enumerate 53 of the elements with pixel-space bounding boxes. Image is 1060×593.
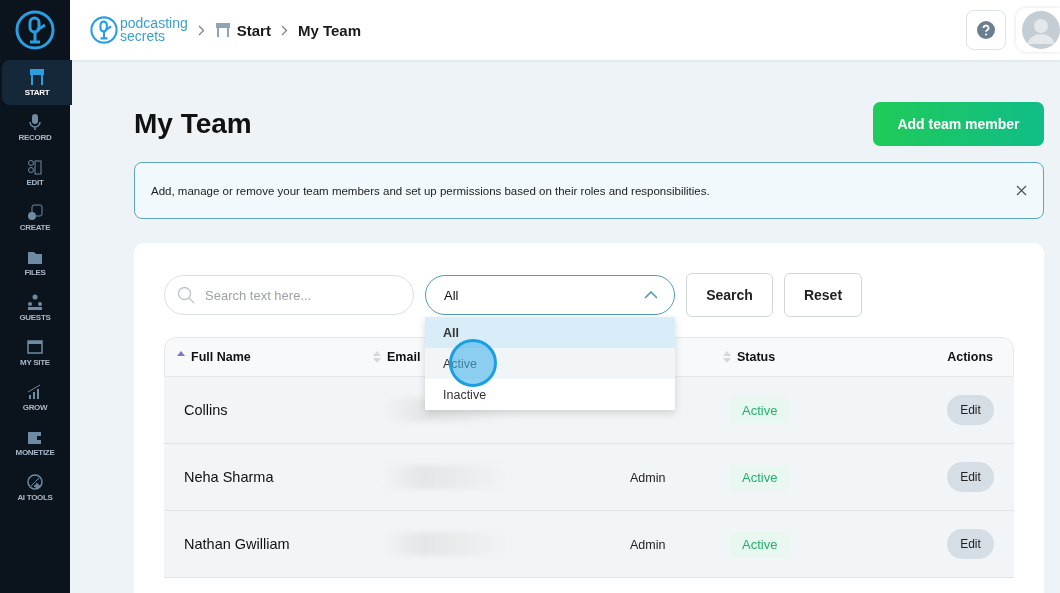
sidebar-item[interactable]: GROW — [0, 375, 70, 420]
column-header: Email — [387, 350, 421, 364]
sidebar-item[interactable]: MONETIZE — [0, 420, 70, 465]
column-header: Actions — [947, 350, 993, 364]
role-cell: Admin — [630, 471, 666, 485]
reset-button[interactable]: Reset — [784, 273, 862, 317]
edit-button[interactable]: Edit — [947, 529, 994, 559]
search-input[interactable]: Search text here... — [203, 286, 403, 304]
sidebar-item[interactable]: AI TOOLS — [0, 465, 70, 510]
page-title: My Team — [134, 108, 252, 140]
sidebar-item[interactable]: CREATE — [0, 195, 70, 240]
chevron-right-icon — [280, 24, 288, 36]
media-icon — [26, 203, 44, 221]
sidebar-item[interactable]: RECORD — [0, 105, 70, 150]
breadcrumb-link[interactable]: My Team — [297, 21, 361, 39]
search-icon — [177, 286, 195, 304]
start-sign-icon — [214, 22, 231, 38]
role-cell: Admin — [630, 538, 666, 552]
name-cell-text: Neha Sharma — [184, 469, 275, 485]
breadcrumb-link[interactable]: Start — [236, 21, 271, 39]
scissors-icon — [26, 158, 44, 176]
sidebar-item[interactable]: FILES — [0, 240, 70, 285]
microphone-icon — [26, 113, 44, 131]
sidebar-item[interactable]: START — [2, 60, 72, 105]
chevron-up-icon — [644, 291, 658, 299]
sidebar-item[interactable]: EDIT — [0, 150, 70, 195]
avatar-icon — [1022, 11, 1060, 49]
start-sign-icon — [28, 68, 46, 86]
name-cell-text: Nathan Gwilliam — [184, 536, 291, 552]
search-button[interactable]: Search — [686, 273, 773, 317]
dropdown-option[interactable]: Inactive — [425, 379, 675, 410]
help-icon — [977, 21, 995, 39]
dropdown-option[interactable]: All — [425, 317, 675, 348]
podcast-logo-icon — [90, 16, 118, 44]
status-badge: Active — [730, 531, 790, 557]
close-icon[interactable] — [1016, 185, 1027, 196]
sidebar-item[interactable]: MY SITE — [0, 330, 70, 375]
browser-icon — [26, 338, 44, 356]
status-badge: Active — [730, 397, 790, 423]
podcast-logo-icon — [15, 10, 55, 50]
edit-button[interactable]: Edit — [947, 462, 994, 492]
name-cell-text: Collins — [184, 402, 229, 418]
column-header: Full Name — [191, 350, 251, 364]
chevron-right-icon — [197, 24, 205, 36]
info-text: Add, manage or remove your team members and set up permissions based on their roles and responsibilities. — [151, 184, 710, 197]
help-button[interactable] — [966, 10, 1006, 50]
sparkle-wand-icon — [26, 473, 44, 491]
column-header: Status — [737, 350, 776, 364]
sidebar-item[interactable]: GUESTS — [0, 285, 70, 330]
edit-button[interactable]: Edit — [947, 395, 994, 425]
status-dropdown[interactable]: All — [425, 275, 675, 315]
people-icon — [26, 293, 44, 311]
status-badge: Active — [730, 464, 790, 490]
